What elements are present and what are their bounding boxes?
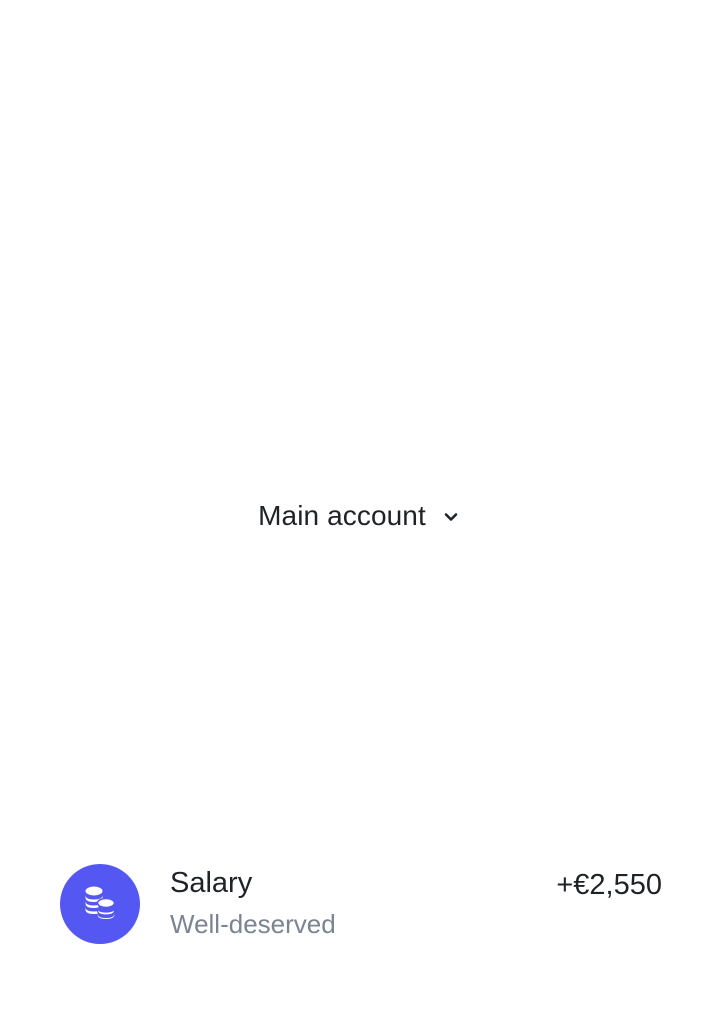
transaction-title: Salary — [170, 867, 253, 899]
transaction-row[interactable]: Salary Well-deserved +€2,550 — [60, 864, 662, 944]
transaction-avatar — [60, 864, 140, 944]
transaction-subtitle: Well-deserved — [170, 909, 336, 939]
account-selector[interactable]: Main account — [0, 496, 720, 536]
coins-icon — [80, 884, 120, 925]
account-selector-label: Main account — [258, 500, 426, 531]
chevron-down-icon — [440, 506, 462, 528]
transaction-amount: +€2,550 — [556, 869, 662, 901]
